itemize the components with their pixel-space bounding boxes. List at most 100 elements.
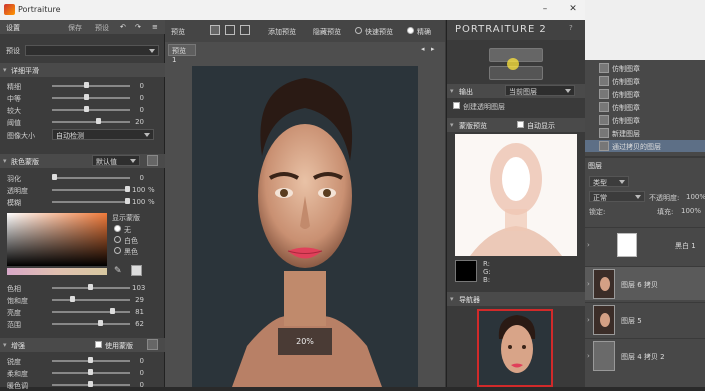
collapse-icon[interactable]: ▾ — [3, 157, 7, 165]
portrait-photo[interactable]: 20% — [192, 66, 418, 387]
opacity-value[interactable]: 100% — [686, 193, 705, 201]
slider-track[interactable] — [52, 118, 130, 124]
patch-size-select[interactable]: 自动检测 — [52, 129, 154, 140]
slider-value[interactable]: 100 — [132, 198, 145, 206]
layer-row[interactable]: › 黑白 1 — [585, 227, 705, 261]
preset-select[interactable] — [25, 45, 159, 56]
eyedropper-toggle[interactable] — [147, 155, 158, 166]
hide-preview-button[interactable]: 隐藏预览 — [313, 27, 341, 37]
history-item[interactable]: 新建图层 — [585, 127, 705, 139]
create-transparent-checkbox[interactable] — [453, 102, 460, 109]
slider-value[interactable]: 20 — [132, 118, 144, 126]
history-item-active[interactable]: 通过拷贝的图层 — [585, 140, 705, 152]
slider-value[interactable]: 0 — [132, 82, 144, 90]
eyedropper-add-icon[interactable] — [131, 265, 142, 276]
slider-track[interactable] — [52, 369, 130, 375]
fast-preview-radio[interactable] — [355, 27, 362, 34]
slider-value[interactable]: 81 — [132, 308, 144, 316]
visibility-icon[interactable]: › — [587, 316, 590, 324]
slider-track[interactable] — [52, 296, 130, 302]
slider-row[interactable]: 饱和度 29 — [0, 294, 165, 305]
slider-handle[interactable] — [98, 320, 103, 326]
slider-track[interactable] — [52, 381, 130, 387]
help-icon[interactable]: ? — [569, 24, 573, 32]
slider-track[interactable] — [52, 106, 130, 112]
history-item[interactable]: 仿制图章 — [585, 101, 705, 113]
minimize-button[interactable]: – — [538, 3, 552, 15]
history-item[interactable]: 仿制图章 — [585, 75, 705, 87]
slider-row[interactable]: 锐度 0 — [0, 355, 165, 366]
split-view-icon[interactable] — [225, 25, 235, 35]
slider-handle[interactable] — [84, 82, 89, 88]
slider-track[interactable] — [52, 320, 130, 326]
slider-handle[interactable] — [125, 186, 130, 192]
menu-icon[interactable]: ≡ — [152, 23, 158, 31]
skin-default-select[interactable]: 默认值 — [92, 155, 140, 166]
navigator-thumbnail[interactable] — [477, 309, 553, 387]
slider-handle[interactable] — [125, 198, 130, 204]
redo-icon[interactable]: ↷ — [135, 23, 141, 31]
slider-row[interactable]: 羽化 0 — [0, 172, 165, 183]
slider-track[interactable] — [52, 284, 130, 290]
slider-handle[interactable] — [70, 296, 75, 302]
slider-handle[interactable] — [84, 94, 89, 100]
slider-row[interactable]: 亮度 81 — [0, 306, 165, 317]
slider-track[interactable] — [52, 186, 130, 192]
slider-row[interactable]: 色相 103 — [0, 282, 165, 293]
slider-track[interactable] — [52, 174, 130, 180]
layer-row[interactable]: › 图层 4 拷贝 2 — [585, 338, 705, 372]
preview-canvas[interactable]: 预览 1 ◂ ▸ 20% — [165, 42, 445, 387]
enhance-toggle[interactable] — [147, 339, 158, 350]
radio-white[interactable] — [114, 236, 121, 243]
slider-row[interactable]: 阈值 20 — [0, 116, 165, 127]
slider-row[interactable]: 柔和度 0 — [0, 367, 165, 378]
slider-value[interactable]: 29 — [132, 296, 144, 304]
kind-select[interactable]: 类型 — [589, 176, 629, 187]
slider-handle[interactable] — [52, 174, 57, 180]
save-button[interactable]: 保存 — [68, 23, 82, 33]
slider-track[interactable] — [52, 82, 130, 88]
slider-handle[interactable] — [88, 357, 93, 363]
collapse-icon[interactable]: ▾ — [450, 121, 454, 129]
close-button[interactable]: ✕ — [566, 3, 580, 15]
tab-preview-1[interactable]: 预览 1 — [168, 44, 196, 64]
enhancement-header[interactable]: ▾ 增强 使用蒙版 — [0, 338, 165, 352]
presets-button[interactable]: 预设 — [95, 23, 109, 33]
slider-handle[interactable] — [88, 369, 93, 375]
slider-value[interactable]: 0 — [132, 174, 144, 182]
visibility-icon[interactable]: › — [587, 352, 590, 360]
slider-track[interactable] — [52, 308, 130, 314]
slider-value[interactable]: 0 — [132, 106, 144, 114]
radio-none[interactable] — [114, 225, 121, 232]
collapse-icon[interactable]: ▾ — [3, 341, 7, 349]
fill-value[interactable]: 100% — [681, 207, 701, 215]
slider-row[interactable]: 精细 0 — [0, 80, 165, 91]
slider-value[interactable]: 0 — [132, 369, 144, 377]
slider-handle[interactable] — [88, 284, 93, 290]
slider-track[interactable] — [52, 198, 130, 204]
slider-row[interactable]: 范围 62 — [0, 318, 165, 329]
visibility-icon[interactable]: › — [587, 280, 590, 288]
history-item[interactable]: 仿制图章 — [585, 88, 705, 100]
visibility-icon[interactable]: › — [587, 241, 590, 249]
detail-smoothing-header[interactable]: ▾ 详细平滑 — [0, 63, 165, 77]
slider-value[interactable]: 103 — [132, 284, 145, 292]
slider-value[interactable]: 100 — [132, 186, 145, 194]
slider-row[interactable]: 暖色调 0 — [0, 379, 165, 390]
output-select[interactable]: 当前图层 — [505, 85, 575, 96]
prev-arrow-icon[interactable]: ◂ — [421, 45, 425, 53]
single-view-icon[interactable] — [210, 25, 220, 35]
slider-track[interactable] — [52, 94, 130, 100]
collapse-icon[interactable]: ▾ — [3, 66, 7, 74]
quad-view-icon[interactable] — [240, 25, 250, 35]
tab-layers[interactable]: 图层 — [588, 161, 602, 171]
layer-row-active[interactable]: › 图层 6 拷贝 — [585, 266, 705, 300]
next-arrow-icon[interactable]: ▸ — [431, 45, 435, 53]
eyedropper-icon[interactable]: ✎ — [114, 266, 122, 276]
slider-row[interactable]: 模糊 100% — [0, 196, 165, 207]
slider-value[interactable]: 0 — [132, 357, 144, 365]
layer-row[interactable]: › 图层 5 — [585, 302, 705, 336]
slider-row[interactable]: 较大 0 — [0, 104, 165, 115]
undo-icon[interactable]: ↶ — [120, 23, 126, 31]
color-range-bar[interactable] — [7, 268, 107, 275]
